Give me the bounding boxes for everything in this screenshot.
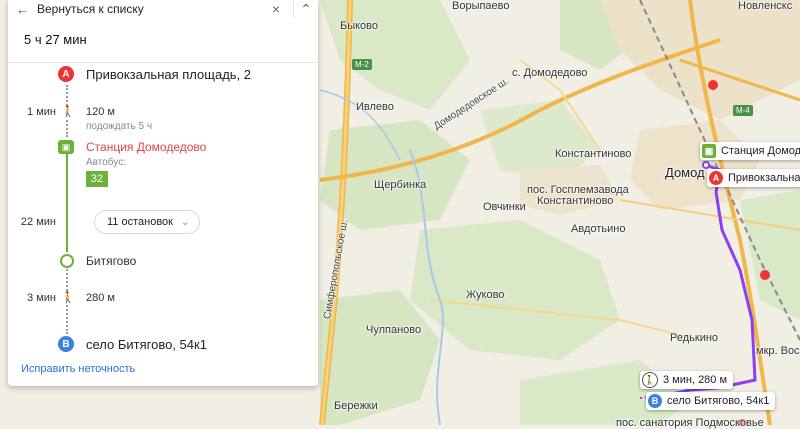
transfer-stop[interactable]: Битягово [86,254,136,268]
station-name[interactable]: Станция Домодедово [86,140,206,154]
transport-type: Автобус: [86,157,126,168]
walk-icon: 🚶 [61,291,75,304]
start-address[interactable]: Привокзальная площадь, 2 [86,67,251,82]
walk2-distance: 280 м [86,292,115,304]
place-label: Новленскс [738,0,793,12]
place-label: Щербинка [374,179,427,191]
place-label: Овчинки [483,201,526,213]
highway-badge: М-2 [352,59,372,70]
map-station-chip[interactable]: ▣ Станция Домод [700,142,800,160]
point-b-marker: B [58,336,74,352]
parking-marker [760,270,770,280]
bus-icon: ▣ [702,144,716,158]
walk1-distance: 120 м [86,106,115,118]
place-label: Константиново [555,148,632,160]
back-to-list-link[interactable]: Вернуться к списку [37,2,144,16]
walk-icon: 🚶 [61,105,75,118]
map-station-label: Станция Домод [721,145,800,157]
map-walk-label: 3 мин, 280 м [663,374,728,386]
route-duration: 5 ч 27 мин [24,32,87,47]
walk1-time: 1 мин [27,106,56,118]
divider [8,62,318,63]
map-point-b-label: село Битягово, 54к1 [667,395,770,407]
place-label: Бережки [334,400,378,412]
place-label: Быково [340,20,379,32]
map-point-a-chip[interactable]: A Привокзальна [707,169,800,187]
map-walk-chip[interactable]: 🚶 3 мин, 280 м [640,371,734,389]
place-label: Чулпаново [366,324,422,336]
point-a-marker: A [58,66,74,82]
parking-marker [708,80,718,90]
map-point-a-label: Привокзальна [728,172,800,184]
map-point-b-chip[interactable]: B село Битягово, 54к1 [646,392,776,410]
point-a-icon: A [709,171,723,185]
place-label: Ивлево [356,101,394,113]
close-icon[interactable]: × [264,0,288,18]
highway-badge: М-4 [733,105,753,116]
place-label: с. Домодедово [512,67,588,79]
place-label: Авдотьино [571,223,626,235]
bus-icon: ▣ [58,140,74,154]
stops-toggle-button[interactable]: 11 остановок ⌄ [94,210,201,234]
place-label: мкр. Вос [756,345,800,357]
place-label: Жуково [466,289,505,301]
walk-icon: 🚶 [642,372,658,388]
place-label: Ворыпаево [452,0,510,12]
route-panel: ← Вернуться к списку × ⌃ 5 ч 27 мин A Пр… [8,0,318,386]
panel-topbar: ← Вернуться к списку × ⌃ [8,0,318,18]
end-address[interactable]: село Битягово, 54к1 [86,337,207,352]
place-label: Константиново [537,195,614,207]
walk1-wait: подождать 5 ч [86,121,153,132]
ride-time: 22 мин [20,216,56,228]
place-label: пос. санатория Подмосковье [616,417,764,429]
place-label: Редькино [670,332,719,344]
stops-count: 11 остановок [107,216,173,228]
chevron-down-icon: ⌄ [180,216,190,228]
collapse-icon[interactable]: ⌃ [293,0,318,18]
report-error-link[interactable]: Исправить неточность [21,363,135,375]
back-arrow-icon[interactable]: ← [16,2,29,17]
bus-connector [66,152,68,252]
stop-ring-icon [60,254,74,268]
walk2-time: 3 мин [27,292,56,304]
bus-route-badge[interactable]: 32 [86,171,108,187]
city-label: Домод [665,165,705,180]
point-b-icon: B [648,394,662,408]
